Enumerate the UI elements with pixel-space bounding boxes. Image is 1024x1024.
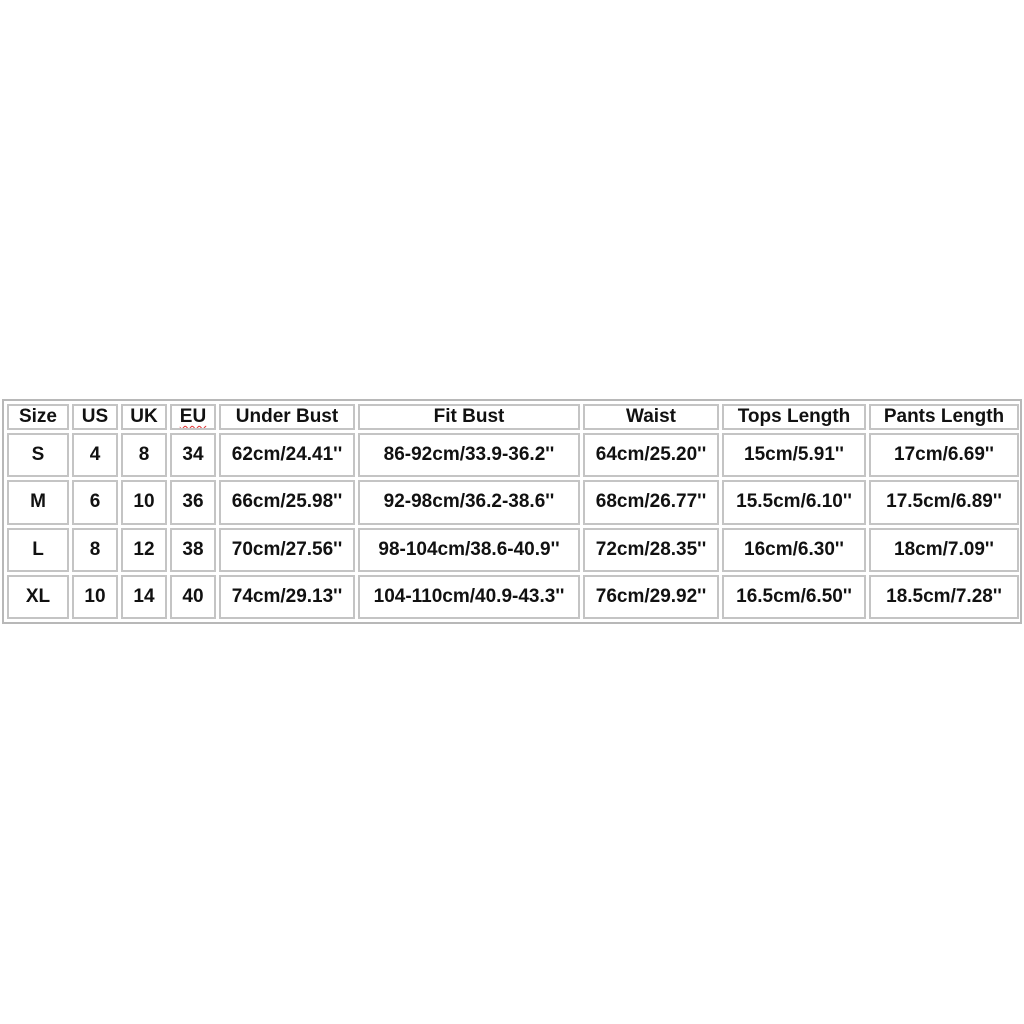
- cell-eu: 38: [170, 527, 216, 572]
- table-row: XL 10 14 40 74cm/29.13'' 104-110cm/40.9-…: [7, 574, 1019, 619]
- cell-under-bust: 70cm/27.56'': [219, 527, 355, 572]
- cell-waist: 72cm/28.35'': [583, 527, 719, 572]
- header-eu-label: EU: [179, 406, 207, 427]
- size-chart-table: Size US UK EU Under Bust Fit Bust Waist …: [4, 401, 1022, 622]
- cell-fit-bust: 104-110cm/40.9-43.3'': [358, 574, 580, 619]
- cell-size: M: [7, 480, 69, 525]
- cell-tops-length: 16.5cm/6.50'': [722, 574, 866, 619]
- cell-waist: 76cm/29.92'': [583, 574, 719, 619]
- cell-uk: 14: [121, 574, 167, 619]
- header-waist: Waist: [583, 404, 719, 430]
- cell-pants-length: 17.5cm/6.89'': [869, 480, 1019, 525]
- cell-tops-length: 15.5cm/6.10'': [722, 480, 866, 525]
- cell-eu: 34: [170, 433, 216, 478]
- table-row: S 4 8 34 62cm/24.41'' 86-92cm/33.9-36.2'…: [7, 433, 1019, 478]
- cell-size: S: [7, 433, 69, 478]
- cell-uk: 10: [121, 480, 167, 525]
- cell-pants-length: 18.5cm/7.28'': [869, 574, 1019, 619]
- cell-under-bust: 74cm/29.13'': [219, 574, 355, 619]
- cell-us: 6: [72, 480, 118, 525]
- cell-fit-bust: 92-98cm/36.2-38.6'': [358, 480, 580, 525]
- cell-tops-length: 15cm/5.91'': [722, 433, 866, 478]
- header-under-bust: Under Bust: [219, 404, 355, 430]
- table-row: L 8 12 38 70cm/27.56'' 98-104cm/38.6-40.…: [7, 527, 1019, 572]
- cell-tops-length: 16cm/6.30'': [722, 527, 866, 572]
- header-pants-length: Pants Length: [869, 404, 1019, 430]
- cell-under-bust: 66cm/25.98'': [219, 480, 355, 525]
- cell-waist: 68cm/26.77'': [583, 480, 719, 525]
- header-fit-bust: Fit Bust: [358, 404, 580, 430]
- cell-uk: 8: [121, 433, 167, 478]
- cell-size: XL: [7, 574, 69, 619]
- cell-pants-length: 18cm/7.09'': [869, 527, 1019, 572]
- size-chart-container: Size US UK EU Under Bust Fit Bust Waist …: [2, 399, 1022, 624]
- header-us: US: [72, 404, 118, 430]
- cell-us: 4: [72, 433, 118, 478]
- header-eu: EU: [170, 404, 216, 430]
- table-row: M 6 10 36 66cm/25.98'' 92-98cm/36.2-38.6…: [7, 480, 1019, 525]
- cell-under-bust: 62cm/24.41'': [219, 433, 355, 478]
- cell-uk: 12: [121, 527, 167, 572]
- cell-eu: 40: [170, 574, 216, 619]
- cell-pants-length: 17cm/6.69'': [869, 433, 1019, 478]
- header-tops-length: Tops Length: [722, 404, 866, 430]
- cell-waist: 64cm/25.20'': [583, 433, 719, 478]
- cell-fit-bust: 86-92cm/33.9-36.2'': [358, 433, 580, 478]
- cell-us: 8: [72, 527, 118, 572]
- header-uk: UK: [121, 404, 167, 430]
- cell-size: L: [7, 527, 69, 572]
- cell-fit-bust: 98-104cm/38.6-40.9'': [358, 527, 580, 572]
- header-row: Size US UK EU Under Bust Fit Bust Waist …: [7, 404, 1019, 430]
- cell-eu: 36: [170, 480, 216, 525]
- cell-us: 10: [72, 574, 118, 619]
- header-size: Size: [7, 404, 69, 430]
